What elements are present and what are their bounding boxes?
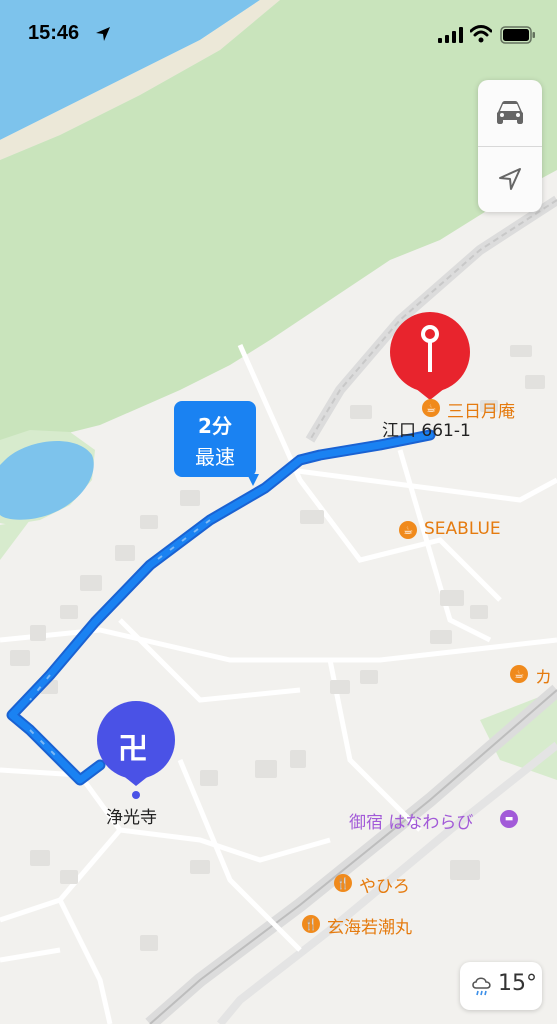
poi-label-mikazukian[interactable]: 三日月庵 — [447, 397, 515, 422]
location-arrow-icon — [499, 168, 521, 190]
poi-label-hanawarabi[interactable]: 御宿 はなわらび — [349, 808, 473, 833]
cloud-rain-icon — [472, 977, 491, 996]
cafe-icon: ☕ — [510, 665, 528, 683]
map-controls — [478, 80, 542, 212]
current-location-button[interactable] — [478, 146, 542, 212]
map-canvas[interactable] — [0, 0, 557, 1024]
cafe-icon: ☕ — [422, 399, 440, 417]
transport-mode-button[interactable] — [478, 80, 542, 146]
car-icon — [497, 101, 523, 124]
bed-icon: ▬ — [500, 810, 518, 828]
wifi-icon — [470, 25, 492, 43]
status-bar: 15:46 — [0, 0, 557, 66]
poi-label-genkai-wakashiomaru[interactable]: 玄海若潮丸 — [327, 913, 412, 938]
poi-label-partial-ka[interactable]: カ — [535, 663, 552, 688]
status-time: 15:46 — [28, 22, 80, 44]
route-time-callout[interactable]: 2分 最速 — [174, 401, 256, 477]
temple-icon: 卍 — [118, 732, 148, 767]
route-label: 最速 — [195, 445, 235, 469]
restaurant-icon: 🍴 — [334, 874, 352, 892]
cellular-signal-icon — [438, 27, 463, 43]
origin-name-label: 浄光寺 — [106, 808, 157, 828]
poi-label-yahiro[interactable]: やひろ — [359, 872, 410, 897]
location-services-icon — [96, 27, 110, 41]
route-duration: 2分 — [198, 414, 232, 438]
poi-label-seablue[interactable]: SEABLUE — [424, 519, 501, 539]
weather-widget[interactable]: 15° — [460, 962, 542, 1010]
restaurant-icon: 🍴 — [302, 915, 320, 933]
weather-temperature: 15° — [498, 971, 537, 996]
battery-icon — [500, 26, 535, 44]
cafe-icon: ☕ — [399, 521, 417, 539]
